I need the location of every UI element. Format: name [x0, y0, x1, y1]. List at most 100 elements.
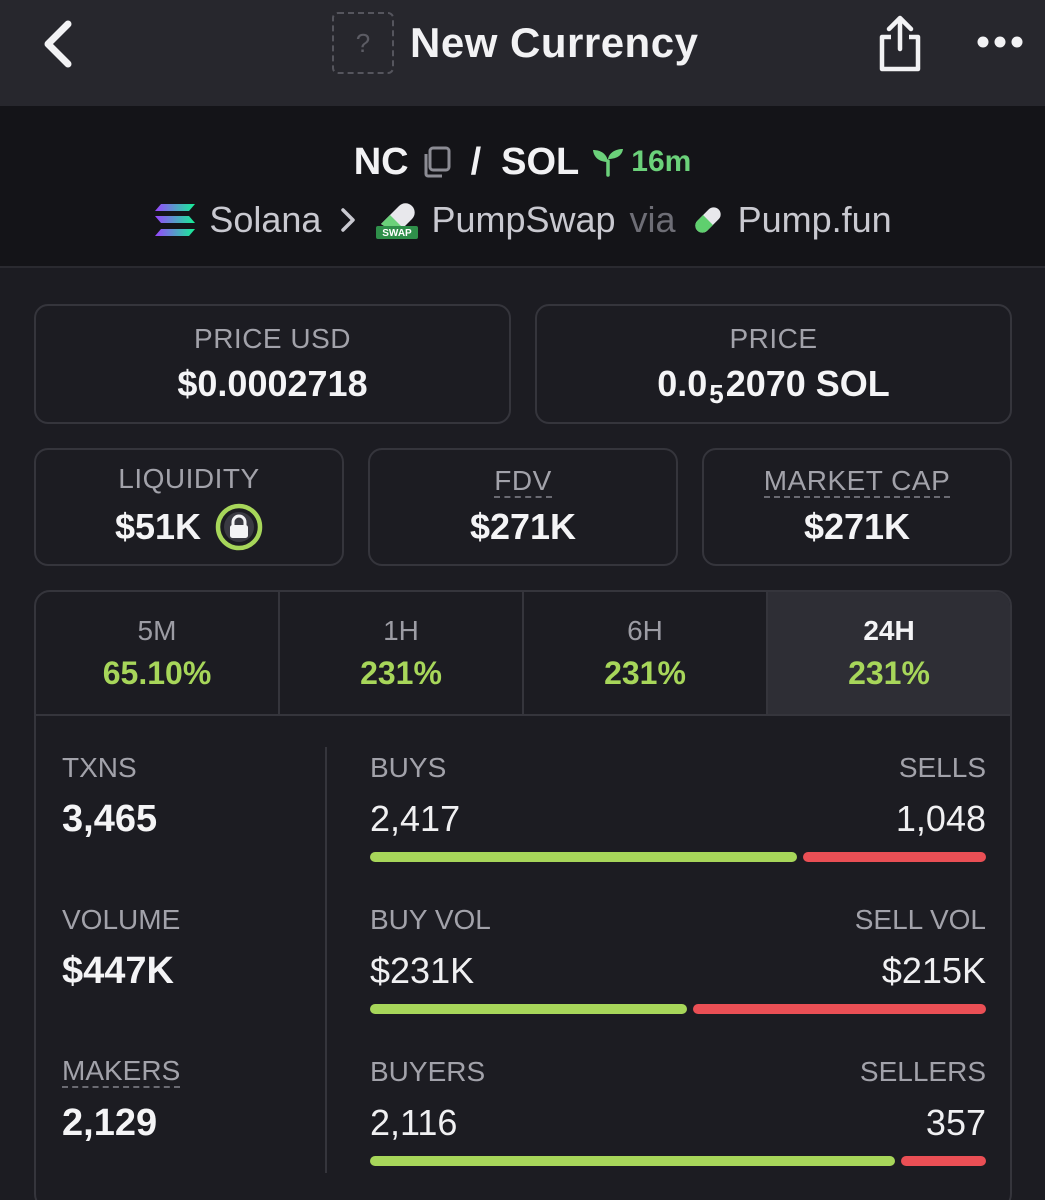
txns-label: TXNS — [62, 752, 137, 783]
tab-label: 1H — [383, 614, 419, 646]
buyers-value: 2,116 — [370, 1102, 458, 1143]
sell-bar — [900, 1156, 986, 1166]
tab-change: 65.10% — [102, 654, 212, 691]
buyers-sellers-ratio: BUYERS SELLERS 2,116 357 — [370, 1056, 986, 1200]
ratio-column: BUYS SELLS 2,417 1,048 BUY VOL SELL VOL … — [370, 752, 986, 1200]
buys-sells-ratio: BUYS SELLS 2,417 1,048 — [370, 752, 986, 904]
tab-24h[interactable]: 24H 231% — [768, 592, 1010, 714]
share-icon — [879, 15, 921, 72]
sellers-label: SELLERS — [859, 1056, 986, 1087]
price-usd-label: PRICE USD — [194, 323, 351, 354]
tab-change: 231% — [360, 654, 442, 691]
solana-icon — [155, 204, 196, 236]
pill-icon — [694, 207, 721, 233]
volume-ratio: BUY VOL SELL VOL $231K $215K — [370, 904, 986, 1056]
price-native-zeros: 5 — [709, 378, 724, 409]
market-cap-label: MARKET CAP — [763, 465, 951, 498]
seedling-icon — [593, 149, 624, 177]
liquidity-value-row: $51K — [115, 503, 263, 551]
price-native-prefix: 0.0 — [657, 363, 708, 404]
buy-bar — [370, 1004, 688, 1014]
age-text: 16m — [631, 145, 692, 178]
volume-stat: VOLUME $447K — [62, 904, 322, 1056]
quote-symbol: SOL — [501, 140, 580, 183]
via-label: via — [629, 199, 676, 240]
age-badge: 16m — [591, 145, 691, 179]
makers-stat[interactable]: MAKERS 2,129 — [62, 1056, 322, 1200]
fdv-card[interactable]: FDV $271K — [368, 448, 678, 566]
liquidity-value: $51K — [114, 506, 202, 547]
liquidity-label: LIQUIDITY — [118, 463, 260, 494]
pair-slash: / — [470, 140, 482, 183]
tab-label: 24H — [863, 614, 915, 646]
tab-change: 231% — [848, 654, 930, 691]
more-dots-icon — [977, 36, 1023, 48]
ratio-bar — [370, 1004, 986, 1014]
dex-badge-text: SWAP — [383, 228, 413, 239]
stats-panel: 5M 65.10% 1H 231% 6H 231% 24H 231% TXNS … — [34, 590, 1012, 1200]
chevron-right-icon — [341, 208, 356, 232]
share-button[interactable] — [870, 10, 930, 76]
volume-label: VOLUME — [62, 904, 181, 935]
ratio-bar — [370, 852, 986, 862]
market-cap-card[interactable]: MARKET CAP $271K — [702, 448, 1012, 566]
buy-bar — [370, 1156, 895, 1166]
txns-value: 3,465 — [62, 798, 158, 840]
price-usd-value: $0.0002718 — [177, 363, 368, 404]
volume-value: $447K — [62, 950, 174, 992]
tab-5m[interactable]: 5M 65.10% — [36, 592, 280, 714]
buys-label: BUYS — [370, 752, 447, 783]
price-native-label: PRICE — [729, 323, 818, 354]
buy-vol-value: $231K — [370, 950, 475, 991]
more-options-button[interactable] — [970, 22, 1030, 62]
placeholder-question-mark: ? — [355, 27, 371, 58]
tab-6h[interactable]: 6H 231% — [524, 592, 768, 714]
launchpad-link[interactable]: Pump.fun — [690, 199, 892, 241]
makers-value: 2,129 — [62, 1102, 158, 1144]
buys-value: 2,417 — [370, 798, 461, 839]
fdv-value: $271K — [469, 506, 577, 547]
market-cap-value: $271K — [803, 506, 911, 547]
timeframe-tabs: 5M 65.10% 1H 231% 6H 231% 24H 231% — [36, 592, 1010, 716]
sell-bar — [803, 852, 986, 862]
lock-icon[interactable] — [215, 503, 263, 551]
price-usd-card: PRICE USD $0.0002718 — [34, 304, 511, 424]
page-title: New Currency — [410, 19, 699, 66]
token-logo-placeholder: ? — [332, 12, 394, 74]
tab-label: 6H — [627, 614, 663, 646]
tab-1h[interactable]: 1H 231% — [280, 592, 524, 714]
pair-header: NC / SOL 16m Solana SWAP PumpSwap via Pu… — [0, 106, 1045, 268]
column-divider — [325, 747, 327, 1173]
fdv-label: FDV — [494, 465, 552, 498]
buy-bar — [370, 852, 797, 862]
price-native-card: PRICE 0.0 5 2070 SOL — [535, 304, 1012, 424]
base-symbol: NC — [353, 140, 409, 183]
dex-name: PumpSwap — [431, 199, 616, 240]
sellers-value: 357 — [925, 1102, 986, 1143]
tab-label: 5M — [137, 614, 177, 646]
tab-change: 231% — [604, 654, 686, 691]
txns-stat: TXNS 3,465 — [62, 752, 322, 904]
sell-vol-value: $215K — [881, 950, 986, 991]
buy-vol-label: BUY VOL — [370, 904, 491, 935]
sells-label: SELLS — [898, 752, 986, 783]
dex-link[interactable]: SWAP PumpSwap — [375, 199, 616, 241]
makers-label: MAKERS — [62, 1055, 181, 1088]
summary-column: TXNS 3,465 VOLUME $447K MAKERS 2,129 — [62, 752, 322, 1200]
sell-vol-label: SELL VOL — [854, 904, 986, 935]
chain-name: Solana — [209, 199, 322, 240]
copy-icon[interactable] — [421, 146, 451, 178]
price-native-unit: SOL — [815, 363, 890, 404]
top-nav-bar: ? New Currency — [0, 0, 1045, 106]
pair-line: NC / SOL 16m — [0, 134, 1045, 190]
ratio-bar — [370, 1156, 986, 1166]
sells-value: 1,048 — [895, 798, 986, 839]
launchpad-name: Pump.fun — [737, 199, 892, 240]
price-native-digits: 2070 — [725, 363, 806, 404]
sell-bar — [693, 1004, 986, 1014]
liquidity-card: LIQUIDITY $51K — [34, 448, 344, 566]
buyers-label: BUYERS — [370, 1056, 486, 1087]
chain-link[interactable]: Solana — [153, 199, 321, 241]
title-group: ? New Currency — [332, 12, 698, 74]
back-button[interactable] — [28, 14, 88, 74]
